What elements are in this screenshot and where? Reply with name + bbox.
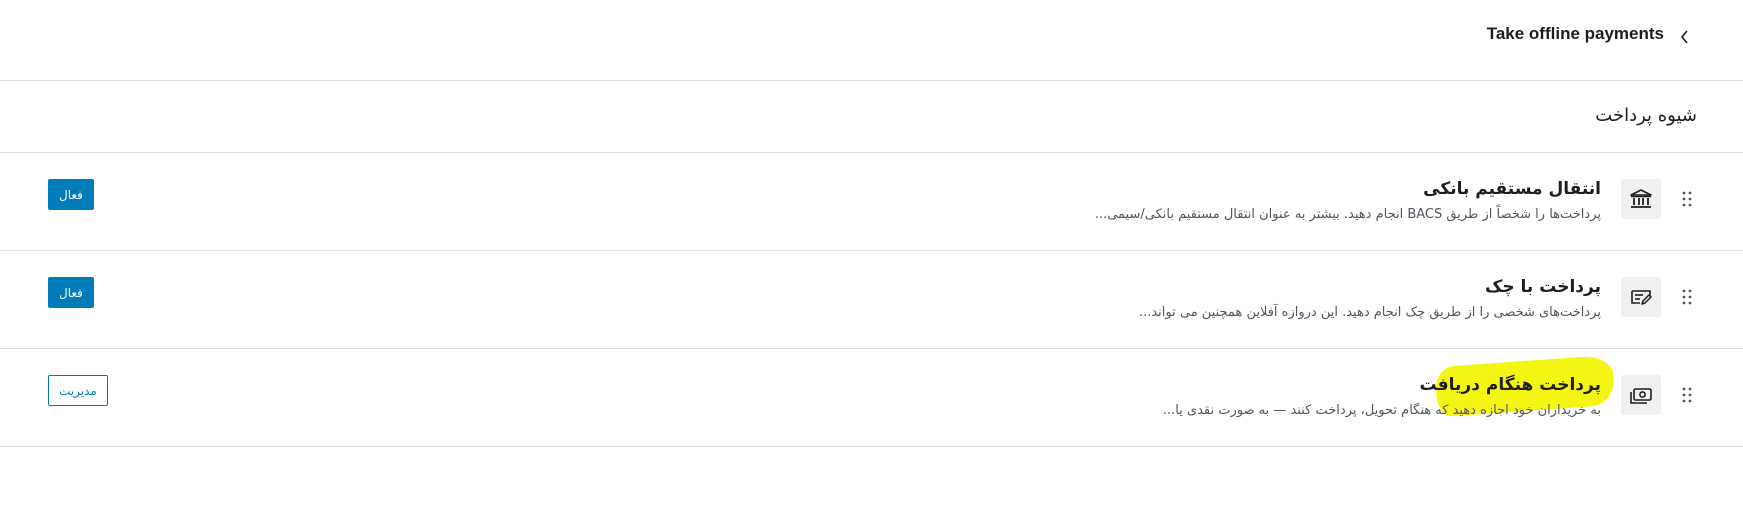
enable-button[interactable]: فعال	[48, 277, 94, 308]
section-title: شیوه پرداخت	[1595, 105, 1697, 126]
drag-handle-icon[interactable]	[1681, 288, 1693, 306]
manage-button[interactable]: مدیریت	[48, 375, 108, 406]
chevron-left-icon	[1680, 30, 1688, 44]
back-button[interactable]	[1672, 22, 1698, 52]
gateway-row-bacs: انتقال مستقیم بانکی پرداخت‌ها را شخصاً ا…	[0, 153, 1743, 251]
gateway-icon-tile	[1621, 277, 1661, 317]
gateway-row-cod: پرداخت هنگام دریافت به خریداران خود اجاز…	[0, 349, 1743, 447]
gateway-icon-tile	[1621, 179, 1661, 219]
page-header: Take offline payments	[0, 0, 1743, 81]
gateway-description: به خریداران خود اجازه دهید که هنگام تحوی…	[1162, 403, 1601, 418]
page-title: Take offline payments	[1486, 24, 1664, 43]
payment-methods-section: شیوه پرداخت	[0, 81, 1743, 153]
gateway-description: پرداخت‌ها را شخصاً از طریق BACS انجام ده…	[1094, 207, 1601, 222]
cash-icon	[1630, 388, 1652, 404]
drag-handle-icon[interactable]	[1681, 190, 1693, 208]
cheque-icon	[1631, 290, 1652, 305]
enable-button[interactable]: فعال	[48, 179, 94, 210]
drag-handle-icon[interactable]	[1681, 386, 1693, 404]
gateway-row-cheque: پرداخت با چک پرداخت‌های شخصی را از طریق …	[0, 251, 1743, 349]
gateway-title: انتقال مستقیم بانکی	[1423, 179, 1601, 199]
gateway-description: پرداخت‌های شخصی را از طریق چک انجام دهید…	[1138, 305, 1601, 320]
gateway-icon-tile	[1621, 375, 1661, 415]
bank-icon	[1630, 189, 1652, 208]
gateway-title: پرداخت با چک	[1484, 277, 1601, 297]
gateway-title: پرداخت هنگام دریافت	[1419, 375, 1601, 395]
